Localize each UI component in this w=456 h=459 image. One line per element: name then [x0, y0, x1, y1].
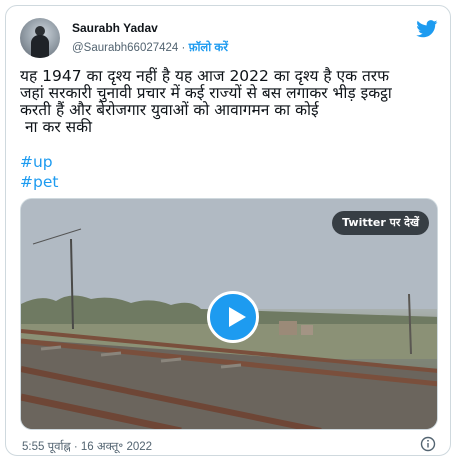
- video-player[interactable]: Twitter पर देखें: [20, 198, 438, 430]
- info-icon[interactable]: [420, 436, 436, 452]
- separator-dot: ·: [181, 42, 186, 54]
- twitter-bird-icon[interactable]: [416, 20, 438, 38]
- tweet-text: यह 1947 का दृश्य नहीं है यह आज 2022 का द…: [20, 67, 392, 136]
- play-icon[interactable]: [207, 291, 259, 343]
- hashtag-up[interactable]: #up: [20, 152, 58, 172]
- author-handle[interactable]: @Saurabh66027424: [72, 42, 178, 54]
- hashtag-list: #up #pet: [20, 152, 58, 192]
- tweet-embed-card[interactable]: Saurabh Yadav @Saurabh66027424 · फ़ॉलो क…: [5, 5, 451, 456]
- hashtag-pet[interactable]: #pet: [20, 172, 58, 192]
- author-name[interactable]: Saurabh Yadav: [72, 21, 158, 35]
- avatar[interactable]: [20, 18, 60, 58]
- watch-on-twitter-button[interactable]: Twitter पर देखें: [332, 211, 429, 235]
- follow-link[interactable]: फ़ॉलो करें: [189, 42, 228, 54]
- author-handle-line: @Saurabh66027424 · फ़ॉलो करें: [72, 40, 228, 55]
- tweet-header: Saurabh Yadav @Saurabh66027424 · फ़ॉलो क…: [20, 18, 440, 66]
- tweet-timestamp[interactable]: 5:55 पूर्वाह्न · 16 अक्तू॰ 2022: [22, 439, 152, 454]
